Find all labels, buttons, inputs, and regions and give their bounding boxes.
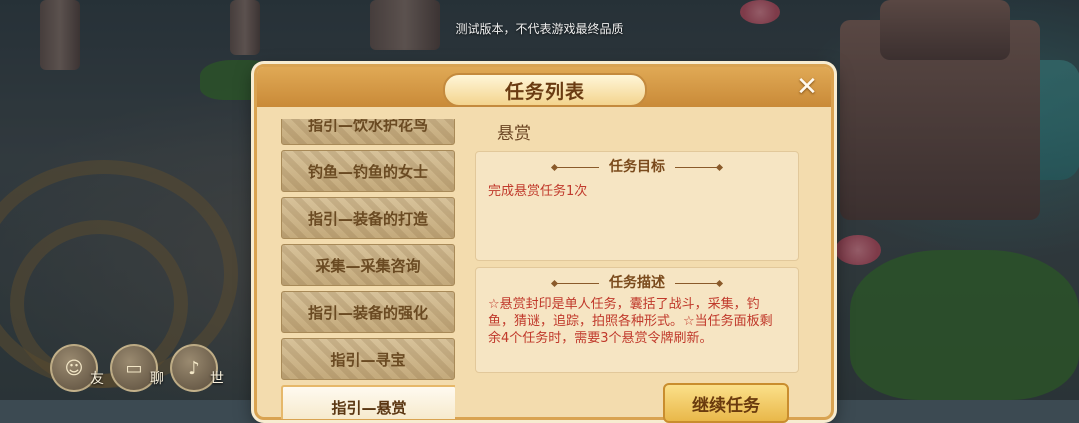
test-version-notice: 测试版本，不代表游戏最终品质 (455, 22, 624, 36)
continue-quest-button[interactable]: 继续任务 (663, 383, 789, 423)
quest-item-selected[interactable]: 指引—悬赏 (281, 385, 455, 419)
divider (675, 282, 719, 284)
friends-label: 友 (90, 371, 104, 387)
quest-item[interactable]: 指引—装备的打造 (281, 197, 455, 239)
quest-item[interactable]: 指引—寻宝 (281, 338, 455, 380)
close-icon[interactable]: ✕ (793, 73, 821, 101)
friends-button[interactable]: ☺ 友 (50, 344, 104, 392)
microphone-icon: ♪ (188, 357, 200, 379)
world-label: 世 (210, 371, 224, 387)
quest-list-dialog: 任务列表 ✕ 指引—饮水护花鸟 钓鱼—钓鱼的女士 指引—装备的打造 采集—采集咨… (254, 64, 834, 423)
quest-item[interactable]: 指引—饮水护花鸟 (281, 119, 455, 145)
goal-header: 任务目标 (476, 156, 798, 176)
face-icon: ☺ (64, 357, 84, 379)
divider (555, 282, 599, 284)
chat-label: 聊 (150, 371, 164, 387)
quest-item[interactable]: 采集—采集咨询 (281, 244, 455, 286)
social-buttons: ☺ 友 ▭ 聊 ♪ 世 (50, 344, 224, 392)
divider (675, 166, 719, 168)
quest-item[interactable]: 钓鱼—钓鱼的女士 (281, 150, 455, 192)
quest-goal-panel: 任务目标 完成悬赏任务1次 (475, 151, 799, 261)
description-header: 任务描述 (476, 272, 798, 292)
quest-detail-title: 悬赏 (497, 124, 531, 144)
goal-text: 完成悬赏任务1次 (488, 184, 588, 199)
description-header-label: 任务描述 (609, 275, 665, 291)
dialog-header: 任务列表 ✕ (257, 67, 831, 107)
divider (555, 166, 599, 168)
chat-icon: ▭ (125, 357, 143, 379)
quest-list[interactable]: 指引—饮水护花鸟 钓鱼—钓鱼的女士 指引—装备的打造 采集—采集咨询 指引—装备… (281, 119, 455, 419)
dialog-title: 任务列表 (443, 73, 647, 107)
chat-button[interactable]: ▭ 聊 (110, 344, 164, 392)
quest-item[interactable]: 指引—装备的强化 (281, 291, 455, 333)
goal-header-label: 任务目标 (609, 159, 665, 175)
description-text: ☆悬赏封印是单人任务，囊括了战斗，采集，钓鱼，猜谜，追踪，拍照各种形式。☆当任务… (488, 297, 773, 346)
quest-description-panel: 任务描述 ☆悬赏封印是单人任务，囊括了战斗，采集，钓鱼，猜谜，追踪，拍照各种形式… (475, 267, 799, 373)
world-voice-button[interactable]: ♪ 世 (170, 344, 224, 392)
